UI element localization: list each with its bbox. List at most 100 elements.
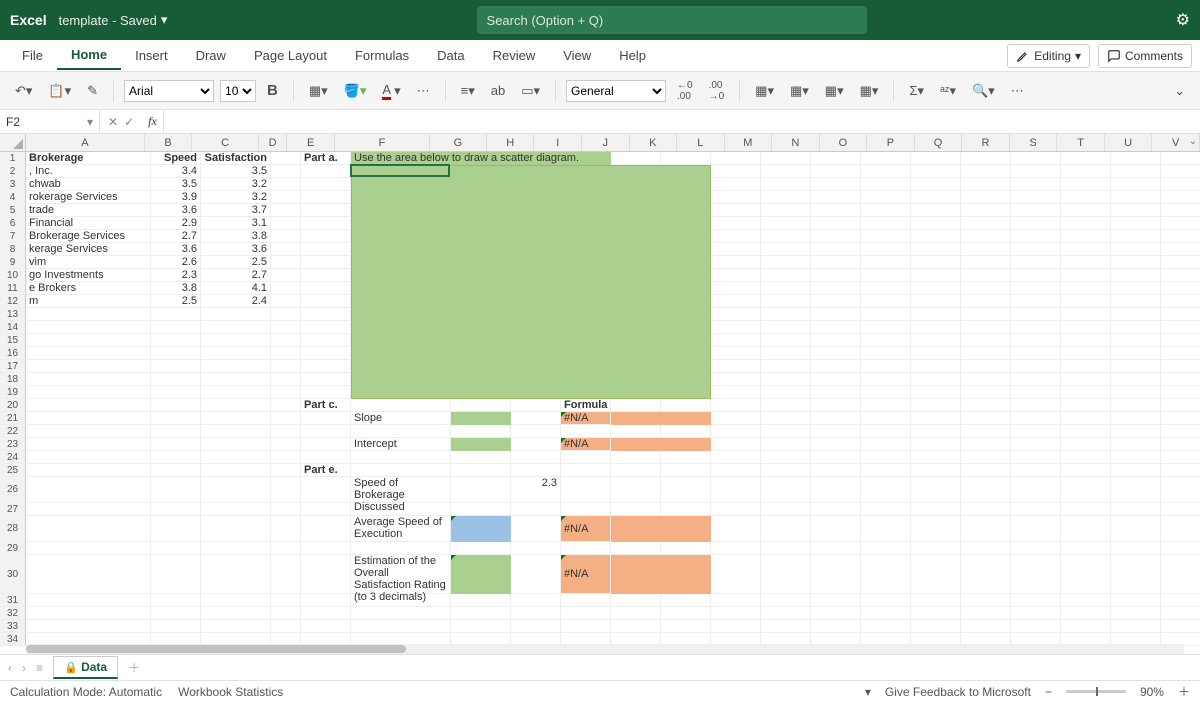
zoom-slider[interactable] bbox=[1066, 690, 1126, 693]
col-header-C[interactable]: C bbox=[192, 134, 259, 151]
wrap-text-button[interactable]: ab bbox=[486, 80, 510, 101]
conditional-format-button[interactable]: ▦▾ bbox=[750, 80, 779, 102]
col-header-O[interactable]: O bbox=[820, 134, 868, 151]
col-header-N[interactable]: N bbox=[772, 134, 820, 151]
undo-button[interactable]: ↶▾ bbox=[10, 80, 37, 102]
col-header-F[interactable]: F bbox=[335, 134, 430, 151]
zoom-out-button[interactable]: − bbox=[1045, 685, 1052, 699]
col-header-L[interactable]: L bbox=[677, 134, 725, 151]
col-header-G[interactable]: G bbox=[430, 134, 487, 151]
feedback-link[interactable]: Give Feedback to Microsoft bbox=[885, 685, 1031, 699]
cell-B2[interactable]: 3.4 bbox=[151, 165, 201, 178]
fx-icon[interactable]: fx bbox=[142, 110, 164, 133]
clipboard-button[interactable]: 📋▾ bbox=[43, 80, 76, 102]
sheet-next-button[interactable]: › bbox=[22, 661, 26, 675]
cell-B6[interactable]: 2.9 bbox=[151, 217, 201, 230]
row-header-14[interactable]: 14 bbox=[0, 321, 26, 334]
row-header-23[interactable]: 23 bbox=[0, 438, 26, 451]
font-size-select[interactable]: 10 bbox=[220, 80, 256, 102]
row-header-30[interactable]: 30 bbox=[0, 555, 26, 594]
align-button[interactable]: ≡▾ bbox=[456, 80, 480, 102]
cell-C10[interactable]: 2.7 bbox=[201, 269, 271, 282]
cell-B10[interactable]: 2.3 bbox=[151, 269, 201, 282]
cell-B12[interactable]: 2.5 bbox=[151, 295, 201, 308]
tab-file[interactable]: File bbox=[8, 42, 57, 69]
fill-color-button[interactable]: 🪣▾ bbox=[339, 80, 372, 102]
cell-I20[interactable]: Formula bbox=[561, 399, 611, 412]
row-header-24[interactable]: 24 bbox=[0, 451, 26, 464]
tab-draw[interactable]: Draw bbox=[182, 42, 240, 69]
col-header-E[interactable]: E bbox=[287, 134, 335, 151]
cell-E1[interactable]: Part a. bbox=[301, 152, 351, 165]
row-header-34[interactable]: 34 bbox=[0, 633, 26, 646]
cell-E25[interactable]: Part e. bbox=[301, 464, 351, 477]
cell-A2[interactable]: , Inc. bbox=[26, 165, 151, 178]
cell-A4[interactable]: rokerage Services bbox=[26, 191, 151, 204]
sort-filter-button[interactable]: ᵃᶻ▾ bbox=[935, 80, 961, 102]
gear-icon[interactable]: ⚙ bbox=[1176, 10, 1190, 30]
cell-B5[interactable]: 3.6 bbox=[151, 204, 201, 217]
editing-mode-button[interactable]: Editing ▾ bbox=[1007, 44, 1090, 68]
cell-B8[interactable]: 3.6 bbox=[151, 243, 201, 256]
row-header-11[interactable]: 11 bbox=[0, 282, 26, 295]
col-header-J[interactable]: J bbox=[582, 134, 630, 151]
cell-H26[interactable]: 2.3 bbox=[511, 477, 561, 503]
cell-E20[interactable]: Part c. bbox=[301, 399, 351, 412]
name-box[interactable]: F2 ▾ bbox=[0, 110, 100, 133]
row-header-5[interactable]: 5 bbox=[0, 204, 26, 217]
col-header-A[interactable]: A bbox=[26, 134, 145, 151]
enter-formula-icon[interactable]: ✓ bbox=[124, 115, 134, 129]
cell-A10[interactable]: go Investments bbox=[26, 269, 151, 282]
cell-A6[interactable]: Financial bbox=[26, 217, 151, 230]
more-ribbon-button[interactable]: ⋯ bbox=[1006, 80, 1029, 102]
cell-B3[interactable]: 3.5 bbox=[151, 178, 201, 191]
more-font-button[interactable]: ⋯ bbox=[412, 80, 435, 102]
comments-button[interactable]: Comments bbox=[1098, 44, 1192, 68]
cell-F28[interactable]: Average Speed of Execution bbox=[351, 516, 451, 542]
row-header-27[interactable]: 27 bbox=[0, 503, 26, 516]
cell-I30[interactable]: #N/A bbox=[561, 555, 611, 594]
cell-A1[interactable]: Brokerage bbox=[26, 152, 151, 165]
cell-A11[interactable]: e Brokers bbox=[26, 282, 151, 295]
workbook-stats[interactable]: Workbook Statistics bbox=[178, 685, 283, 699]
cell-C4[interactable]: 3.2 bbox=[201, 191, 271, 204]
row-header-10[interactable]: 10 bbox=[0, 269, 26, 282]
find-button[interactable]: 🔍▾ bbox=[967, 80, 1000, 102]
font-color-button[interactable]: A▾ bbox=[377, 79, 405, 103]
cell-C3[interactable]: 3.2 bbox=[201, 178, 271, 191]
col-header-Q[interactable]: Q bbox=[915, 134, 963, 151]
all-sheets-button[interactable]: ≡ bbox=[36, 661, 43, 675]
col-header-B[interactable]: B bbox=[145, 134, 193, 151]
tab-review[interactable]: Review bbox=[479, 42, 550, 69]
cell-F26[interactable]: Speed of Brokerage Discussed bbox=[351, 477, 451, 503]
row-header-20[interactable]: 20 bbox=[0, 399, 26, 412]
format-painter-button[interactable]: ✎ bbox=[82, 80, 103, 102]
cancel-formula-icon[interactable]: ✕ bbox=[108, 115, 118, 129]
cell-C2[interactable]: 3.5 bbox=[201, 165, 271, 178]
col-header-H[interactable]: H bbox=[487, 134, 535, 151]
tab-page-layout[interactable]: Page Layout bbox=[240, 42, 341, 69]
row-header-31[interactable]: 31 bbox=[0, 594, 26, 607]
row-header-26[interactable]: 26 bbox=[0, 477, 26, 503]
borders-button[interactable]: ▦▾ bbox=[304, 80, 333, 102]
col-header-T[interactable]: T bbox=[1057, 134, 1105, 151]
cell-C6[interactable]: 3.1 bbox=[201, 217, 271, 230]
cell-C12[interactable]: 2.4 bbox=[201, 295, 271, 308]
row-header-7[interactable]: 7 bbox=[0, 230, 26, 243]
cell-F30[interactable]: Estimation of the Overall Satisfaction R… bbox=[351, 555, 451, 594]
row-header-29[interactable]: 29 bbox=[0, 542, 26, 555]
cell-C5[interactable]: 3.7 bbox=[201, 204, 271, 217]
cell-A9[interactable]: vim bbox=[26, 256, 151, 269]
row-header-6[interactable]: 6 bbox=[0, 217, 26, 230]
row-header-21[interactable]: 21 bbox=[0, 412, 26, 425]
cell-C1[interactable]: Satisfaction bbox=[201, 152, 271, 165]
cell-styles-button[interactable]: ▦▾ bbox=[820, 80, 849, 102]
col-header-S[interactable]: S bbox=[1010, 134, 1058, 151]
row-header-28[interactable]: 28 bbox=[0, 516, 26, 542]
row-header-13[interactable]: 13 bbox=[0, 308, 26, 321]
autosum-button[interactable]: Σ▾ bbox=[904, 80, 929, 102]
select-all-corner[interactable] bbox=[0, 134, 26, 152]
row-header-15[interactable]: 15 bbox=[0, 334, 26, 347]
cell-F21[interactable]: Slope bbox=[351, 412, 451, 425]
merge-button[interactable]: ▭▾ bbox=[516, 80, 545, 102]
